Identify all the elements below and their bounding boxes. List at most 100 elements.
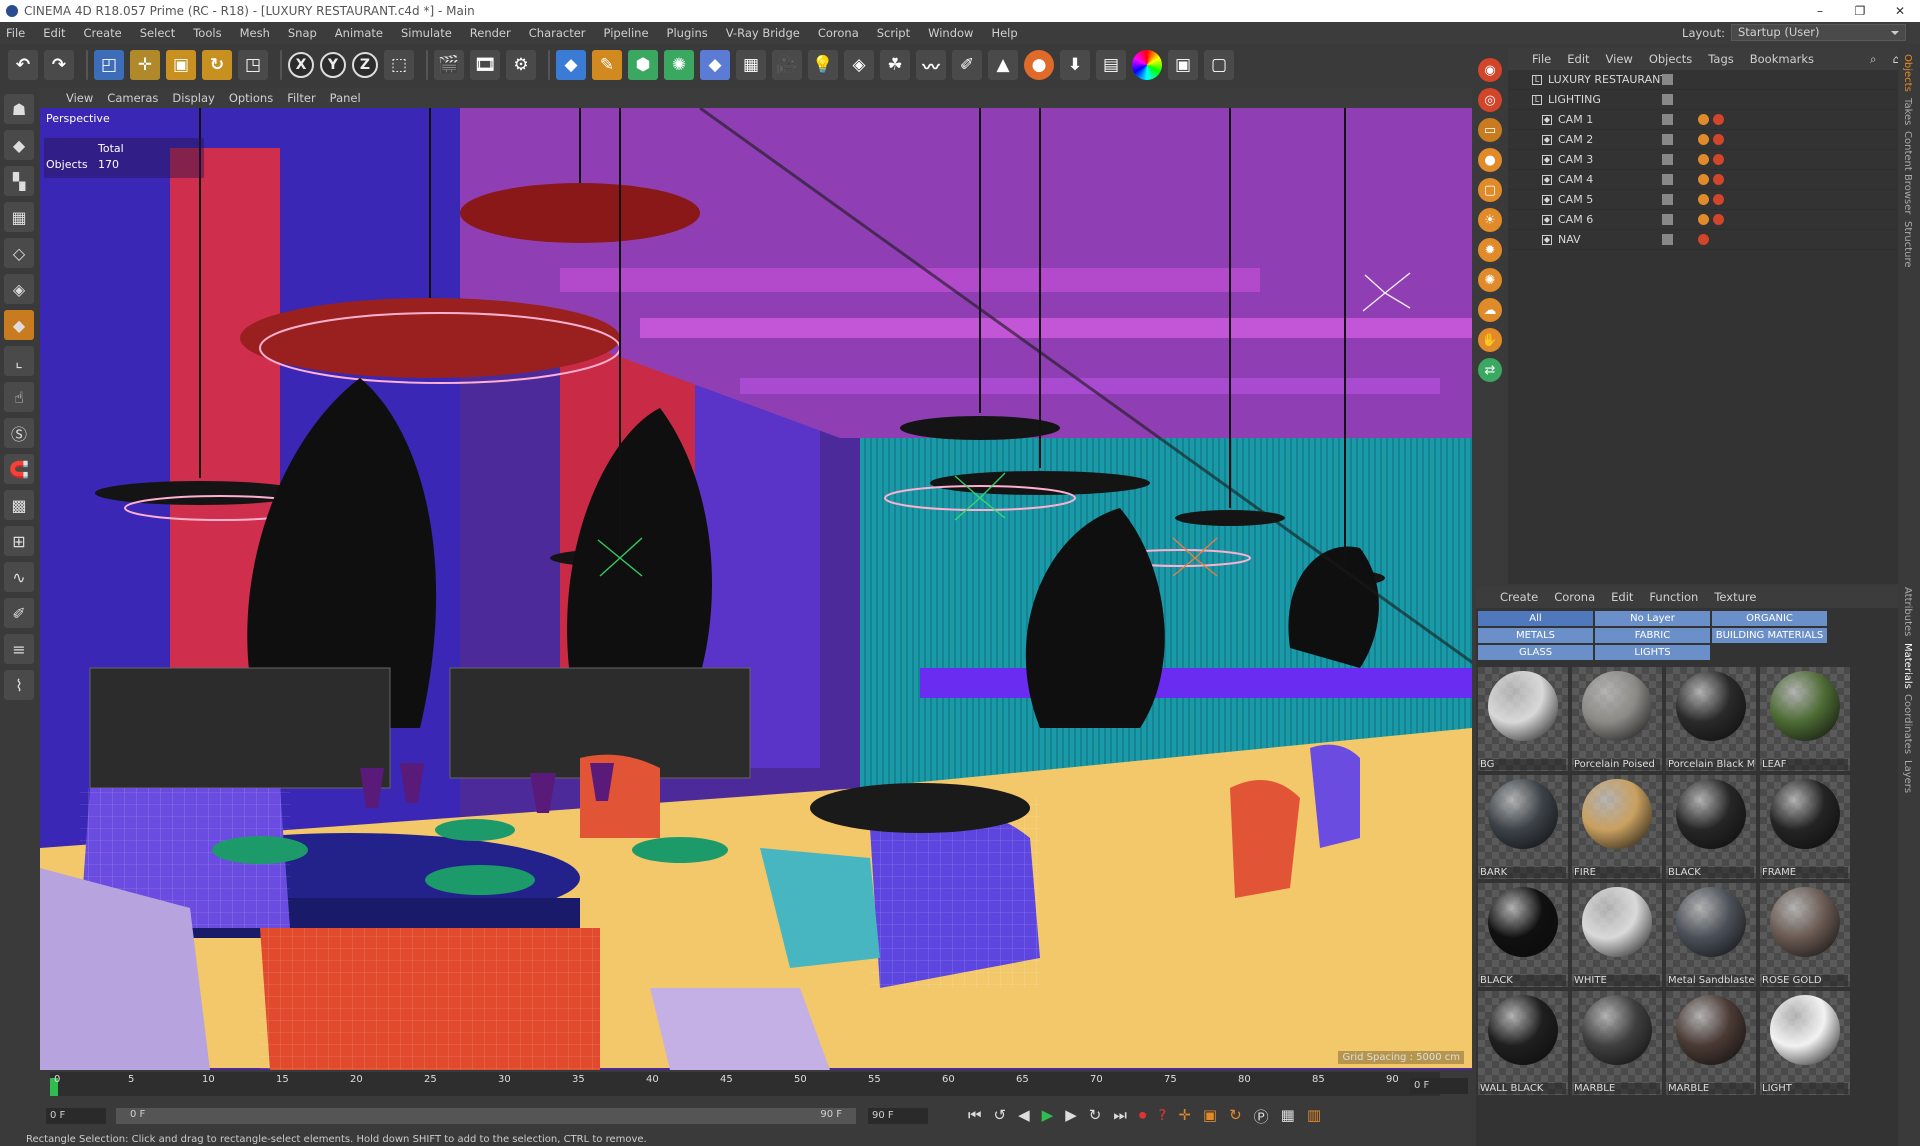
previous-frame-icon[interactable]: ◀ (1018, 1106, 1030, 1127)
scale-icon[interactable]: ▣ (166, 50, 196, 80)
material-swatch[interactable]: Porcelain Poised (1572, 667, 1662, 771)
layer-tab-fabric[interactable]: FABRIC (1595, 628, 1710, 643)
objects-menu-file[interactable]: File (1532, 52, 1551, 66)
paint-icon[interactable]: ✐ (4, 598, 34, 628)
frame-range-slider[interactable]: 0 F 90 F (116, 1108, 856, 1124)
objects-menu-bookmarks[interactable]: Bookmarks (1750, 52, 1814, 66)
tab-takes[interactable]: Takes (1902, 98, 1913, 125)
scale-key-icon[interactable]: ▣ (1203, 1106, 1217, 1127)
material-swatch[interactable]: LEAF (1760, 667, 1850, 771)
tab-coordinates[interactable]: Coordinates (1902, 694, 1913, 754)
rotate-icon[interactable]: ↻ (202, 50, 232, 80)
material-swatch[interactable]: FRAME (1760, 775, 1850, 879)
render-settings-icon[interactable]: ⚙ (506, 50, 536, 80)
points-mode-icon[interactable]: ◇ (4, 238, 34, 268)
subdivision-surface-icon[interactable]: ⬢ (628, 50, 658, 80)
layer-tab-lights[interactable]: LIGHTS (1595, 645, 1710, 660)
camera-icon[interactable]: 🎥 (772, 50, 802, 80)
edges-mode-icon[interactable]: ◈ (4, 274, 34, 304)
minimize-button[interactable]: – (1800, 0, 1840, 22)
material-swatch[interactable]: BG (1478, 667, 1568, 771)
corona-vfb-icon[interactable]: ◉ (1478, 58, 1502, 82)
menu-character[interactable]: Character (529, 26, 586, 40)
workplane-lock-icon[interactable]: ▩ (4, 490, 34, 520)
material-swatch[interactable]: Porcelain Black M (1666, 667, 1756, 771)
material-swatch[interactable]: Metal Sandblaste (1666, 883, 1756, 987)
corona-sky-icon[interactable]: ☀ (1478, 208, 1502, 232)
cloner-icon[interactable]: ✺ (664, 50, 694, 80)
make-editable-icon[interactable]: ☗ (4, 94, 34, 124)
parameter-key-icon[interactable]: Ⓟ (1254, 1106, 1269, 1127)
object-row[interactable]: ◆ NAV (1508, 230, 1898, 250)
sketch-icon[interactable]: ✐ (952, 50, 982, 80)
viewport-menu-options[interactable]: Options (229, 91, 273, 105)
render-view-icon[interactable]: 🎬 (434, 50, 464, 80)
objects-menu-tags[interactable]: Tags (1708, 52, 1733, 66)
timeline-icon[interactable]: ▥ (1307, 1106, 1321, 1127)
tweak-mode-icon[interactable]: ☝ (4, 382, 34, 412)
menu-file[interactable]: File (6, 26, 25, 40)
layout-dropdown[interactable]: Startup (User) (1731, 24, 1906, 41)
corona-light-icon[interactable]: ● (1478, 148, 1502, 172)
close-button[interactable]: ✕ (1880, 0, 1920, 22)
viewport-menu-display[interactable]: Display (172, 91, 214, 105)
object-row[interactable]: ◆ CAM 1 (1508, 110, 1898, 130)
layer-tab-organic[interactable]: ORGANIC (1712, 611, 1827, 626)
auto-keying-icon[interactable]: ? (1158, 1106, 1166, 1127)
end-frame-field[interactable]: 90 F (868, 1108, 928, 1124)
workplane-mode-icon[interactable]: ▦ (4, 202, 34, 232)
menu-snap[interactable]: Snap (288, 26, 317, 40)
vray-icon[interactable]: ◈ (844, 50, 874, 80)
corona-material-icon[interactable]: ▭ (1478, 118, 1502, 142)
menu-mesh[interactable]: Mesh (240, 26, 270, 40)
object-row[interactable]: ◆ CAM 6 (1508, 210, 1898, 230)
perspective-viewport[interactable]: Perspective Total Objects 170 Grid Spaci… (40, 108, 1472, 1070)
snap-icon[interactable]: 🧲 (4, 454, 34, 484)
live-selection-icon[interactable]: ◰ (94, 50, 124, 80)
menu-help[interactable]: Help (991, 26, 1017, 40)
menu-plugins[interactable]: Plugins (667, 26, 708, 40)
move-icon[interactable]: ✛ (130, 50, 160, 80)
layer-tab-no-layer[interactable]: No Layer (1595, 611, 1710, 626)
corona-tag-icon[interactable]: ✋ (1478, 328, 1502, 352)
materials-menu-texture[interactable]: Texture (1714, 590, 1756, 604)
maximize-button[interactable]: ❐ (1840, 0, 1880, 22)
corona-volume-icon[interactable]: ☁ (1478, 298, 1502, 322)
mograph-icon[interactable]: ☘ (880, 50, 910, 80)
picture-viewer-icon[interactable]: ▣ (1168, 50, 1198, 80)
corona-converter-icon[interactable]: ⇄ (1478, 358, 1502, 382)
viewport-menu-filter[interactable]: Filter (287, 91, 315, 105)
model-mode-icon[interactable]: ◆ (4, 130, 34, 160)
tab-layers[interactable]: Layers (1902, 760, 1913, 793)
tab-attributes[interactable]: Attributes (1902, 587, 1913, 636)
object-row[interactable]: ◆ CAM 5 (1508, 190, 1898, 210)
record-keyframe-icon[interactable]: ⏺ (1139, 1106, 1147, 1127)
point-level-icon[interactable]: ▦ (1281, 1106, 1295, 1127)
corona-proxy-icon[interactable]: ▢ (1478, 178, 1502, 202)
material-swatch[interactable]: BLACK (1666, 775, 1756, 879)
stairs-icon[interactable]: ≡ (4, 634, 34, 664)
material-swatch[interactable]: BLACK (1478, 883, 1568, 987)
coordinate-system-icon[interactable]: ⬚ (384, 50, 414, 80)
corona-icon[interactable]: ● (1024, 50, 1054, 80)
object-row[interactable]: ◆ CAM 2 (1508, 130, 1898, 150)
spline-pen-icon[interactable]: ✎ (592, 50, 622, 80)
y-axis-lock-button[interactable]: Y (320, 52, 346, 78)
cube-primitive-icon[interactable]: ◆ (556, 50, 586, 80)
recent-tools-icon[interactable]: ◳ (238, 50, 268, 80)
object-row[interactable]: ◆ CAM 4 (1508, 170, 1898, 190)
menu-edit[interactable]: Edit (43, 26, 65, 40)
menu-render[interactable]: Render (470, 26, 511, 40)
material-swatch[interactable]: WALL BLACK (1478, 991, 1568, 1095)
go-to-start-icon[interactable]: ⏮ (968, 1106, 982, 1127)
previous-key-icon[interactable]: ↺ (994, 1106, 1007, 1127)
object-row[interactable]: L LUXURY RESTAURANT (1508, 70, 1898, 90)
menu-corona[interactable]: Corona (818, 26, 859, 40)
rotate-key-icon[interactable]: ↻ (1229, 1106, 1242, 1127)
menu-window[interactable]: Window (928, 26, 973, 40)
light-icon[interactable]: 💡 (808, 50, 838, 80)
export-icon[interactable]: ⬇ (1060, 50, 1090, 80)
undo-icon[interactable]: ↶ (8, 50, 38, 80)
viewport-menu-view[interactable]: View (66, 91, 93, 105)
menu-animate[interactable]: Animate (335, 26, 383, 40)
